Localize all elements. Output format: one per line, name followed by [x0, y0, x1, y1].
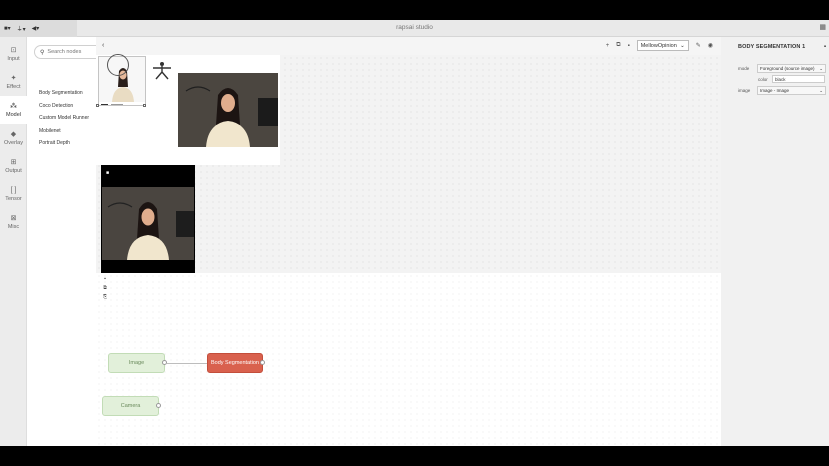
sidebar-item-model[interactable]: ⁂ Model: [0, 96, 27, 124]
sidebar-item-label: Effect: [6, 83, 21, 90]
app-title: rapsai studio: [396, 24, 433, 31]
image-select-value: Image - Image: [760, 88, 790, 93]
misc-icon: ⊠: [10, 214, 17, 222]
input-icon: ⊡: [10, 46, 17, 54]
effect-icon: ✦: [10, 74, 17, 82]
app-window: ■▾ ⏚▾ ◀▾ rapsai studio ▦ ⊡ Input ✦ Effec…: [0, 20, 829, 446]
sidebar-item-overlay[interactable]: ◆ Overlay: [0, 124, 27, 152]
preset-dropdown-value: MellowOpinion: [640, 42, 677, 49]
node-list-item[interactable]: Body Segmentation: [39, 87, 89, 100]
chevron-right-icon[interactable]: ›: [710, 42, 712, 48]
input-thumbnail-yoga[interactable]: [149, 59, 174, 81]
sidebar-item-label: Overlay: [4, 139, 23, 146]
output-port[interactable]: [156, 403, 161, 408]
overlay-icon: ◆: [10, 130, 17, 138]
inspector-title: BODY SEGMENTATION 1: [738, 44, 806, 50]
camera-icon: ■: [106, 170, 110, 176]
node-list: Body Segmentation Coco Detection Custom …: [39, 87, 89, 150]
graph-editor[interactable]: [96, 273, 721, 446]
title-bar: ■▾ ⏚▾ ◀▾ rapsai studio ▦: [0, 20, 829, 37]
inspector-panel: BODY SEGMENTATION 1 ▪ mode Foreground (s…: [729, 37, 829, 446]
node-list-item[interactable]: Coco Detection: [39, 100, 89, 113]
nodes-panel: ⚲ Body Segmentation Coco Detection Custo…: [27, 37, 115, 446]
node-list-item[interactable]: Mobilenet: [39, 125, 89, 138]
canvas-toolbar: ‹ + ⧉ ▪ MellowOpinion ⌄ ✎ ◉: [96, 37, 721, 55]
trash-icon[interactable]: ▪: [628, 43, 630, 49]
search-icon: ⚲: [40, 49, 45, 56]
resize-handle[interactable]: [96, 104, 99, 107]
chevron-down-icon: ⌄: [819, 65, 823, 71]
resize-handle[interactable]: [143, 104, 146, 107]
preset-dropdown[interactable]: MellowOpinion ⌄: [636, 40, 689, 51]
graph-node-body-segmentation[interactable]: Body Segmentation: [207, 353, 263, 373]
camera-preview-image: [178, 73, 278, 147]
graph-node-label: Body Segmentation: [210, 360, 259, 366]
mode-select-value: Foreground (source image): [760, 66, 815, 71]
sidebar-item-label: Misc: [7, 223, 20, 230]
sidebar-item-label: Model: [6, 111, 21, 118]
sidebar-item-label: Input: [7, 55, 20, 62]
chevron-down-icon: ⌄: [819, 87, 823, 93]
graph-tools: ▪ ⧉ ⎘: [100, 276, 110, 300]
screen: ■▾ ⏚▾ ◀▾ rapsai studio ▦ ⊡ Input ✦ Effec…: [0, 0, 829, 466]
chevron-left-icon[interactable]: ‹: [102, 42, 104, 49]
graph-node-label: Image: [128, 360, 145, 366]
model-icon: ⁂: [10, 102, 17, 110]
output-port[interactable]: [162, 360, 167, 365]
person-image: [178, 73, 278, 147]
sidebar-item-label: Output: [5, 167, 22, 174]
mode-select[interactable]: Foreground (source image) ⌄: [757, 64, 826, 73]
image-label: image: [738, 88, 751, 93]
cursor-indicator: [107, 54, 129, 76]
person-image: [102, 187, 194, 260]
graph-node-label: Camera: [120, 403, 141, 409]
copy-icon[interactable]: ⧉: [103, 285, 107, 291]
trash-icon[interactable]: ▪: [104, 276, 106, 282]
sidebar-item-tensor[interactable]: [ ] Tensor: [0, 180, 27, 208]
node-list-item[interactable]: Portrait Depth: [39, 137, 89, 150]
sidebar-item-label: Tensor: [5, 195, 22, 202]
sidebar-item-input[interactable]: ⊡ Input: [0, 40, 27, 68]
copy-icon[interactable]: ⧉: [616, 42, 620, 49]
toolbar-actions: + ⧉ ▪ MellowOpinion ⌄ ✎ ◉: [606, 40, 713, 51]
output-icon: ⊞: [10, 158, 17, 166]
trash-icon[interactable]: ▪: [824, 44, 826, 50]
grid-icon[interactable]: ▦: [819, 23, 826, 31]
segmentation-output: ■: [101, 165, 195, 273]
chevron-down-icon: ⌄: [680, 42, 685, 49]
category-sidebar: ⊡ Input ✦ Effect ⁂ Model ◆ Overlay ⊞ Out…: [0, 37, 27, 446]
image-select[interactable]: Image - Image ⌄: [757, 86, 826, 95]
graph-node-image[interactable]: Image: [108, 353, 165, 373]
output-port[interactable]: [260, 360, 265, 365]
graph-edge: [167, 363, 207, 364]
tensor-icon: [ ]: [10, 186, 17, 194]
add-icon[interactable]: +: [606, 43, 610, 49]
node-list-item[interactable]: Custom Model Runner: [39, 112, 89, 125]
color-label: color: [758, 77, 768, 82]
color-field[interactable]: black: [772, 75, 825, 83]
yoga-pose-image: [149, 59, 174, 81]
sidebar-item-misc[interactable]: ⊠ Misc: [0, 208, 27, 236]
sidebar-item-output[interactable]: ⊞ Output: [0, 152, 27, 180]
edit-icon[interactable]: ✎: [696, 42, 701, 49]
sidebar-item-effect[interactable]: ✦ Effect: [0, 68, 27, 96]
graph-node-camera[interactable]: Camera: [102, 396, 159, 416]
mode-label: mode: [738, 66, 750, 71]
share-icon[interactable]: ⎘: [103, 294, 107, 300]
segmentation-output-image: [102, 187, 194, 260]
